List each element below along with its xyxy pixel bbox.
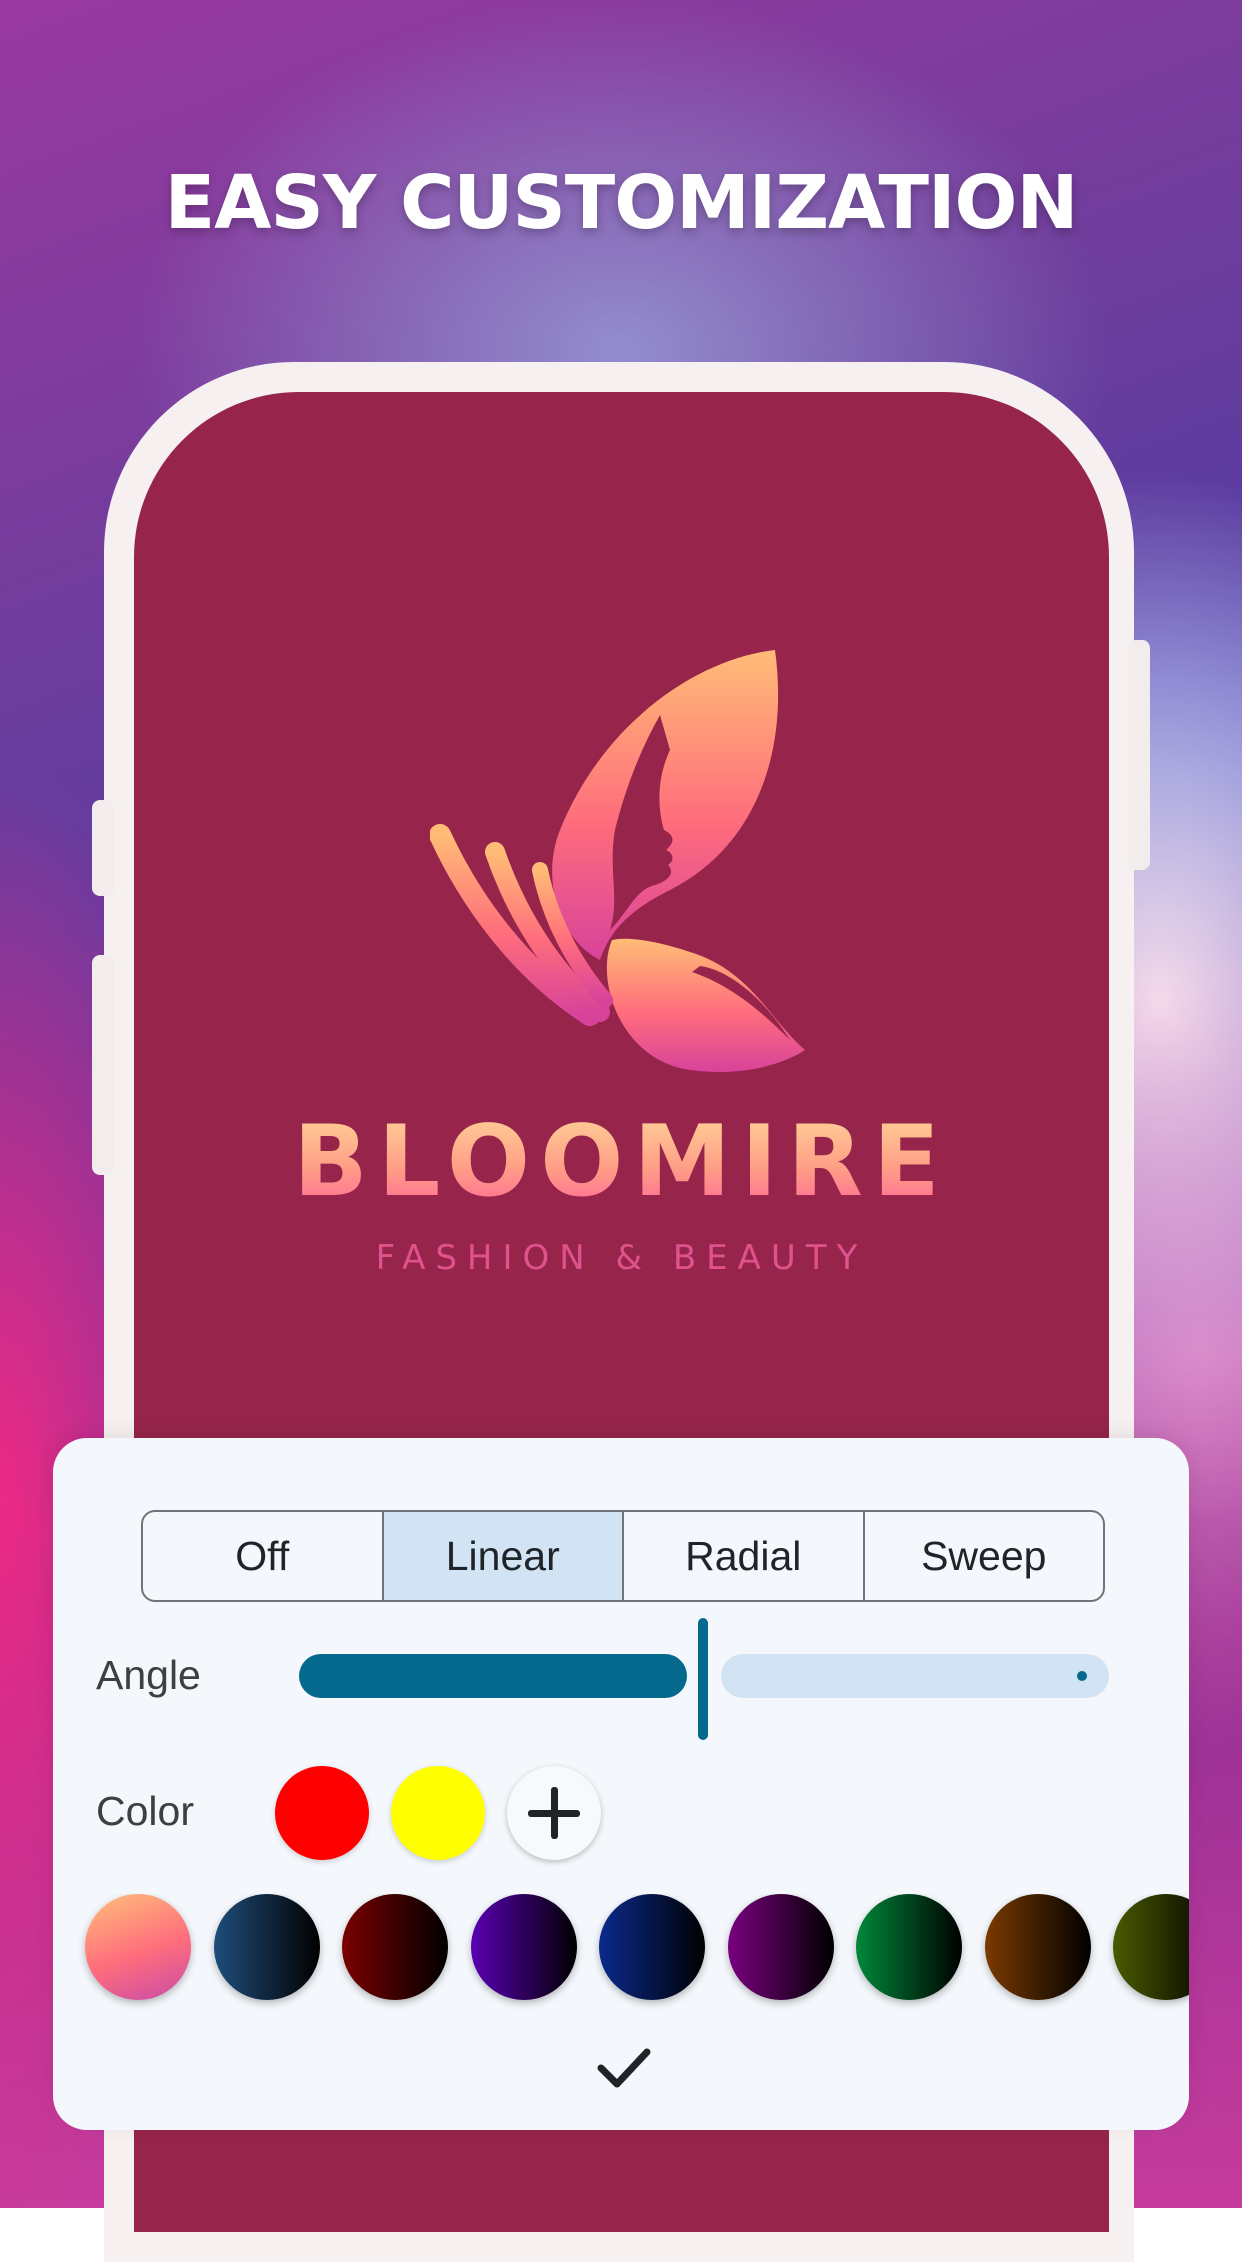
phone-volume-up-button [92,800,114,896]
gradient-presets-row [53,1894,1189,2014]
color-stop-red[interactable] [275,1766,369,1860]
headline: EASY CUSTOMIZATION [164,160,1079,246]
add-color-button[interactable] [507,1766,601,1860]
gradient-preset-swatch[interactable] [213,1894,320,2000]
gradient-preset-swatch[interactable] [85,1894,191,2000]
mode-off-button[interactable]: Off [143,1512,384,1600]
butterfly-logo-icon [430,650,805,1072]
phone-power-button [1128,640,1150,870]
gradient-preset-swatch[interactable] [599,1894,705,2000]
color-stop-yellow[interactable] [391,1766,485,1860]
angle-label: Angle [96,1652,201,1698]
mode-sweep-button[interactable]: Sweep [865,1512,1104,1600]
brand-tagline: FASHION & BEAUTY [375,1238,868,1278]
check-icon[interactable] [593,2038,653,2098]
gradient-panel: Off Linear Radial Sweep Angle Color [53,1438,1189,2130]
gradient-preset-swatch[interactable] [342,1894,448,2000]
mode-radial-button[interactable]: Radial [624,1512,865,1600]
angle-slider-thumb[interactable] [698,1618,708,1740]
gradient-preset-swatch[interactable] [727,1894,834,2000]
brand-name: BLOOMIRE [134,1105,1109,1219]
mode-linear-button[interactable]: Linear [383,1512,624,1600]
gradient-preset-swatch[interactable] [984,1894,1091,2000]
color-label: Color [96,1788,194,1834]
angle-slider-stop-indicator [1077,1671,1087,1681]
gradient-preset-swatch[interactable] [1113,1894,1189,2000]
angle-slider-active-track[interactable] [299,1654,687,1698]
gradient-mode-selector: Off Linear Radial Sweep [141,1510,1105,1602]
angle-slider-inactive-track[interactable] [721,1654,1109,1698]
gradient-preset-swatch[interactable] [470,1894,577,2000]
phone-volume-down-button [92,955,114,1175]
gradient-preset-swatch[interactable] [856,1894,962,2000]
